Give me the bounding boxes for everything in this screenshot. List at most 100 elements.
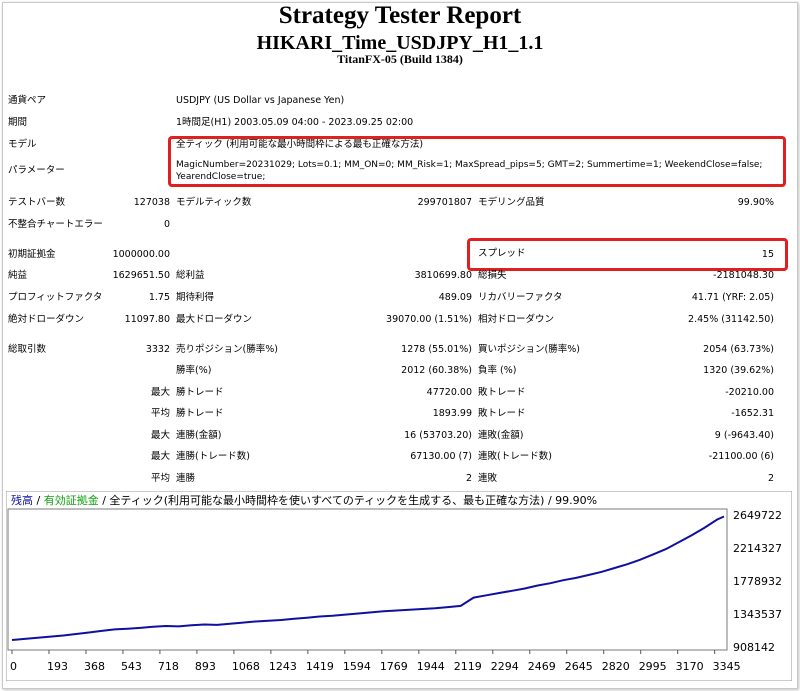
max-label-1: 最大 bbox=[150, 387, 170, 398]
x-tick-label: 2645 bbox=[565, 660, 593, 673]
gross-profit-label: 総利益 bbox=[176, 270, 205, 281]
payoff-label: 期待利得 bbox=[176, 292, 215, 303]
avg-cons-win-label: 連勝 bbox=[176, 473, 196, 484]
max-label-3: 最大 bbox=[150, 451, 170, 462]
balance-chart: 残高 / 有効証拠金 / 全ティック(利用可能な最小時間枠を使いすべてのティック… bbox=[6, 491, 792, 681]
max-dd-label: 最大ドローダウン bbox=[176, 314, 253, 325]
report-title: Strategy Tester Report bbox=[278, 2, 522, 29]
long-label: 買いポジション(勝率%) bbox=[478, 344, 580, 355]
loss-label: 負率 (%) bbox=[478, 365, 517, 376]
x-tick-label: 893 bbox=[195, 660, 216, 673]
avg-label-1: 平均 bbox=[150, 408, 170, 419]
rel-dd-value: 2.45% (31142.50) bbox=[688, 314, 774, 325]
x-tick-label: 1769 bbox=[380, 660, 408, 673]
abs-dd-value: 11097.80 bbox=[124, 314, 170, 325]
x-tick-label: 1068 bbox=[232, 660, 260, 673]
cons-loss-trd-value: -21100.00 (6) bbox=[708, 451, 774, 462]
mismatch-value: 0 bbox=[163, 219, 170, 230]
avg-loss-label: 敗トレード bbox=[478, 408, 526, 419]
x-tick-label: 1944 bbox=[417, 660, 445, 673]
bars-value: 127038 bbox=[133, 197, 170, 208]
gross-loss-label: 総損失 bbox=[478, 270, 507, 281]
symbol-value: USDJPY (US Dollar vs Japanese Yen) bbox=[176, 95, 345, 106]
loss-value: 1320 (39.62%) bbox=[703, 365, 774, 376]
x-tick-label: 0 bbox=[10, 660, 17, 673]
gross-profit-value: 3810699.80 bbox=[414, 270, 472, 281]
payoff-value: 489.09 bbox=[438, 292, 472, 303]
legend-equity: 有効証拠金 bbox=[44, 493, 99, 507]
deposit-label: 初期証拠金 bbox=[8, 249, 56, 260]
legend-sep: / bbox=[33, 494, 44, 507]
pf-label: プロフィットファクタ bbox=[8, 292, 103, 303]
avg-loss-value: -1652.31 bbox=[731, 408, 774, 419]
x-tick-label: 718 bbox=[158, 660, 179, 673]
quality-label: モデリング品質 bbox=[478, 197, 545, 208]
x-tick-label: 1594 bbox=[343, 660, 371, 673]
cons-loss-amt-label: 連敗(金額) bbox=[478, 430, 524, 441]
pf-value: 1.75 bbox=[148, 292, 170, 303]
bars-label: テストバー数 bbox=[8, 197, 66, 208]
avg-cons-loss-value: 2 bbox=[767, 473, 774, 484]
max-win-value: 47720.00 bbox=[426, 387, 472, 398]
max-win-label: 勝トレード bbox=[176, 387, 224, 398]
trades-label: 総取引数 bbox=[8, 344, 47, 355]
x-tick-label: 1419 bbox=[306, 660, 334, 673]
period-label: 期間 bbox=[8, 117, 28, 128]
short-value: 1278 (55.01%) bbox=[401, 344, 472, 355]
quality-value: 99.90% bbox=[737, 197, 774, 208]
x-tick-label: 1243 bbox=[269, 660, 297, 673]
legend-rest: / 全ティック(利用可能な最小時間枠を使いすべてのティックを生成する、最も正確な… bbox=[99, 493, 597, 507]
x-tick-label: 543 bbox=[121, 660, 142, 673]
cons-loss-amt-value: 9 (-9643.40) bbox=[714, 430, 774, 441]
short-label: 売りポジション(勝率%) bbox=[176, 344, 278, 355]
rel-dd-label: 相対ドローダウン bbox=[478, 314, 555, 325]
params-highlight bbox=[168, 136, 786, 187]
y-tick-label: 2649722 bbox=[733, 509, 782, 522]
y-tick-label: 1778932 bbox=[733, 575, 782, 588]
max-label-2: 最大 bbox=[150, 430, 170, 441]
ticks-label: モデルティック数 bbox=[176, 197, 252, 208]
x-tick-label: 2820 bbox=[602, 660, 630, 673]
x-tick-label: 193 bbox=[47, 660, 68, 673]
cons-loss-trd-label: 連敗(トレード数) bbox=[478, 451, 552, 462]
y-tick-label: 2214327 bbox=[733, 542, 782, 555]
abs-dd-label: 絶対ドローダウン bbox=[8, 314, 85, 325]
avg-win-value: 1893.99 bbox=[432, 408, 472, 419]
avg-cons-loss-label: 連敗 bbox=[478, 473, 498, 484]
spread-highlight bbox=[467, 238, 788, 271]
x-tick-label: 2995 bbox=[639, 660, 667, 673]
cons-win-amt-value: 16 (53703.20) bbox=[404, 430, 472, 441]
gross-loss-value: -2181048.30 bbox=[713, 270, 774, 281]
chart-legend: 残高 / 有効証拠金 / 全ティック(利用可能な最小時間枠を使いすべてのティック… bbox=[11, 493, 597, 507]
period-value: 1時間足(H1) 2003.05.09 04:00 - 2023.09.25 0… bbox=[176, 117, 414, 128]
ticks-value: 299701807 bbox=[417, 197, 472, 208]
x-tick-label: 2294 bbox=[491, 660, 519, 673]
params-label: パラメーター bbox=[8, 165, 65, 176]
max-loss-value: -20210.00 bbox=[725, 387, 774, 398]
y-tick-label: 908142 bbox=[733, 641, 775, 654]
cons-win-amt-label: 連勝(金額) bbox=[176, 430, 222, 441]
max-dd-value: 39070.00 (1.51%) bbox=[386, 314, 472, 325]
mismatch-label: 不整合チャートエラー bbox=[8, 219, 103, 230]
deposit-value: 1000000.00 bbox=[112, 249, 170, 260]
y-tick-label: 1343537 bbox=[733, 608, 782, 621]
legend-balance: 残高 bbox=[11, 493, 33, 507]
x-tick-label: 3345 bbox=[713, 660, 741, 673]
avg-label-2: 平均 bbox=[150, 473, 170, 484]
recovery-value: 41.71 (YRF: 2.05) bbox=[691, 292, 774, 303]
win-label: 勝率(%) bbox=[176, 365, 212, 376]
model-label: モデル bbox=[8, 139, 37, 150]
recovery-label: リカバリーファクタ bbox=[478, 292, 563, 303]
avg-cons-win-value: 2 bbox=[465, 473, 472, 484]
avg-win-label: 勝トレード bbox=[176, 408, 224, 419]
symbol-label: 通貨ペア bbox=[8, 95, 47, 106]
win-value: 2012 (60.38%) bbox=[401, 365, 472, 376]
trades-value: 3332 bbox=[145, 344, 170, 355]
x-tick-label: 2119 bbox=[454, 660, 482, 673]
x-tick-label: 3170 bbox=[676, 660, 704, 673]
long-value: 2054 (63.73%) bbox=[703, 344, 774, 355]
net-value: 1629651.50 bbox=[112, 270, 170, 281]
build-info: TitanFX-05 (Build 1384) bbox=[337, 52, 463, 66]
cons-win-trd-value: 67130.00 (7) bbox=[410, 451, 472, 462]
x-tick-label: 368 bbox=[84, 660, 105, 673]
